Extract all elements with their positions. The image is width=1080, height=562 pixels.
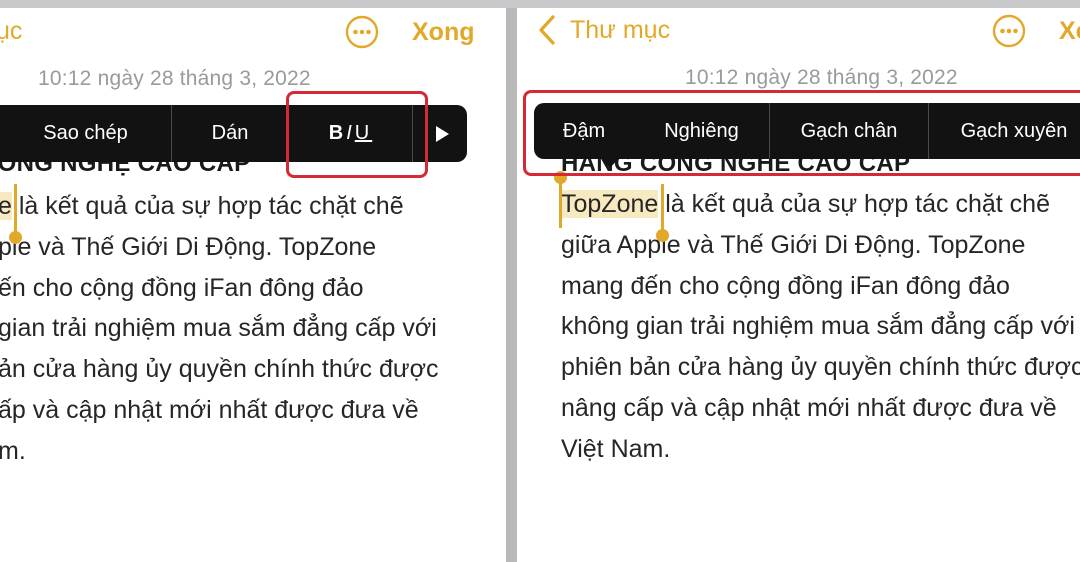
body-line: ản cửa hàng ủy quyền chính thức được xyxy=(0,355,439,384)
split-divider xyxy=(506,0,517,562)
top-edge xyxy=(0,0,1080,8)
format-highlight-box xyxy=(523,90,1080,176)
ellipsis-circle-icon[interactable] xyxy=(345,15,379,49)
selection-end-handle[interactable] xyxy=(14,184,17,234)
body-line: mang đến cho cộng đồng iFan đông đảo xyxy=(561,271,1010,300)
done-button[interactable]: Xo xyxy=(1059,17,1080,46)
body-line: m. xyxy=(0,436,26,465)
body-line: ến cho cộng đồng iFan đông đảo xyxy=(0,273,364,302)
note-body: e là kết quả của sự hợp tác chặt chẽ ple… xyxy=(0,186,438,472)
selection-end-handle[interactable] xyxy=(661,184,664,232)
ellipsis-circle-icon[interactable] xyxy=(992,14,1026,48)
body-line: nâng cấp và cập nhật mới nhất được đưa v… xyxy=(561,393,1057,422)
chevron-left-icon[interactable] xyxy=(538,15,556,45)
note-timestamp: 10:12 ngày 28 tháng 3, 2022 xyxy=(685,66,958,89)
body-line: giữa Apple và Thế Giới Di Động. TopZone xyxy=(561,230,1026,259)
play-arrow-icon[interactable] xyxy=(434,125,450,143)
selection-end-knob[interactable] xyxy=(9,231,22,244)
selected-text[interactable]: e xyxy=(0,192,12,220)
body-line: TopZone là kết quả của sự hợp tác chặt c… xyxy=(561,184,1080,225)
body-line: Việt Nam. xyxy=(561,434,671,463)
left-note-panel: ục Xong 10:12 ngày 28 tháng 3, 2022 Sao … xyxy=(0,0,506,562)
body-line: e là kết quả của sự hợp tác chặt chẽ xyxy=(0,186,438,227)
line-text: là kết quả của sự hợp tác chặt chẽ xyxy=(658,190,1050,218)
body-line: ấp và cập nhật mới nhất được đưa về xyxy=(0,395,419,424)
body-line: không gian trải nghiệm mua sắm đẳng cấp … xyxy=(561,312,1075,341)
right-note-panel: Thư mục Xo 10:12 ngày 28 tháng 3, 2022 Đ… xyxy=(517,0,1080,562)
paste-menu-item[interactable]: Dán xyxy=(172,105,288,162)
body-line: ple và Thế Giới Di Động. TopZone xyxy=(0,232,377,261)
selection-start-handle[interactable] xyxy=(559,180,562,228)
done-button[interactable]: Xong xyxy=(412,18,475,47)
note-timestamp: 10:12 ngày 28 tháng 3, 2022 xyxy=(38,67,311,90)
format-highlight-box xyxy=(286,91,428,178)
body-line: phiên bản cửa hàng ủy quyền chính thức đ… xyxy=(561,353,1080,382)
selected-text[interactable]: TopZone xyxy=(561,190,659,218)
back-button[interactable]: Thư mục xyxy=(570,16,670,45)
copy-menu-item[interactable]: Sao chép xyxy=(0,105,171,162)
line-text: là kết quả của sự hợp tác chặt chẽ xyxy=(11,192,404,220)
note-body: TopZone là kết quả của sự hợp tác chặt c… xyxy=(561,184,1080,470)
selection-end-knob[interactable] xyxy=(656,229,669,242)
body-line: gian trải nghiệm mua sắm đẳng cấp với xyxy=(0,314,437,343)
back-button[interactable]: ục xyxy=(0,17,22,46)
